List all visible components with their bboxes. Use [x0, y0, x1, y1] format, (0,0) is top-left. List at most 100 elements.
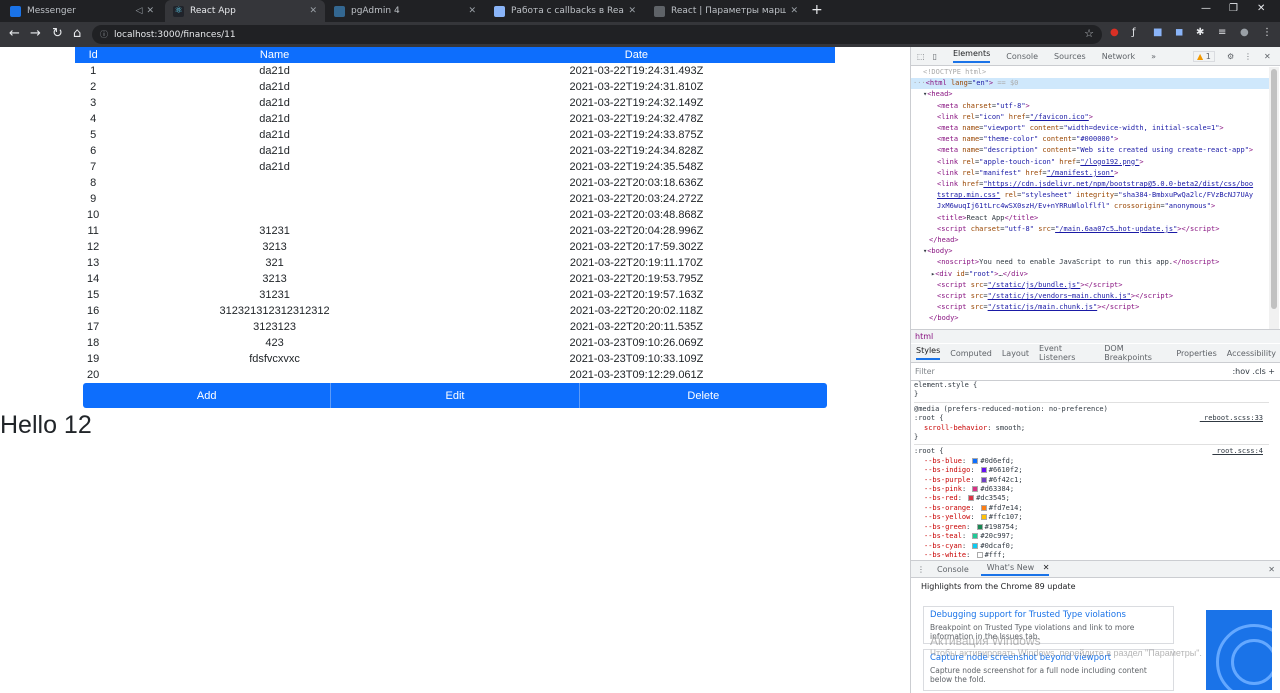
- dom-node[interactable]: <script charset="utf-8" src="/main.6aa07…: [911, 224, 1269, 235]
- dom-node[interactable]: ▸<div id="root">…</div>: [911, 269, 1269, 280]
- tab-event-listeners[interactable]: Event Listeners: [1039, 344, 1094, 362]
- settings-gear-icon[interactable]: ⚙: [1227, 52, 1234, 61]
- color-swatch-icon[interactable]: [972, 486, 979, 493]
- bookmark-star-icon[interactable]: ☆: [1084, 27, 1094, 40]
- dom-node[interactable]: <script src="/static/js/main.chunk.js"><…: [911, 302, 1269, 313]
- dom-node[interactable]: tstrap.min.css" rel="stylesheet" integri…: [911, 190, 1269, 201]
- tab-react-app[interactable]: ⚛ React App ✕: [165, 0, 325, 22]
- color-swatch-icon[interactable]: [968, 495, 975, 502]
- dom-node[interactable]: </body>: [911, 313, 1269, 324]
- color-swatch-icon[interactable]: [980, 504, 987, 511]
- close-icon[interactable]: ✕: [790, 6, 798, 16]
- color-swatch-icon[interactable]: [972, 542, 979, 549]
- color-swatch-icon[interactable]: [980, 514, 987, 521]
- extension-icon[interactable]: ƒ: [1132, 27, 1136, 38]
- tab-computed[interactable]: Computed: [950, 349, 992, 358]
- tab-dom-breakpoints[interactable]: DOM Breakpoints: [1104, 344, 1166, 362]
- source-link[interactable]: _root.scss:4: [1212, 447, 1263, 456]
- drawer-tab-whats-new[interactable]: What's New ✕: [980, 563, 1050, 576]
- dom-node[interactable]: <link rel="apple-touch-icon" href="/logo…: [911, 157, 1269, 168]
- close-icon[interactable]: ✕: [628, 6, 636, 16]
- source-link[interactable]: _reboot.scss:33: [1200, 414, 1263, 423]
- dom-node[interactable]: <title>React App</title>: [911, 213, 1269, 224]
- more-tabs-icon[interactable]: »: [1151, 52, 1156, 61]
- dom-node[interactable]: <link rel="icon" href="/favicon.ico">: [911, 112, 1269, 123]
- color-swatch-icon[interactable]: [972, 457, 979, 464]
- dom-node[interactable]: <link href="https://cdn.jsdelivr.net/npm…: [911, 179, 1269, 190]
- reload-icon[interactable]: ↻: [52, 26, 63, 41]
- info-icon[interactable]: ⓘ: [100, 29, 108, 40]
- edit-button[interactable]: Edit: [331, 383, 580, 408]
- style-declaration[interactable]: --bs-blue: #0d6efd;: [914, 457, 1269, 466]
- tab-network[interactable]: Network: [1102, 52, 1135, 61]
- tab-properties[interactable]: Properties: [1176, 349, 1216, 358]
- device-toolbar-icon[interactable]: ▯: [933, 52, 937, 61]
- tab-messenger[interactable]: Messenger ◁ ✕: [2, 0, 162, 22]
- color-swatch-icon[interactable]: [972, 533, 979, 540]
- tab-elements[interactable]: Elements: [952, 49, 991, 63]
- close-icon[interactable]: ✕: [146, 6, 154, 16]
- delete-button[interactable]: Delete: [579, 383, 827, 408]
- dom-node[interactable]: ▾<body>: [911, 246, 1269, 257]
- styles-filter-input[interactable]: Filter :hov .cls +: [911, 363, 1280, 381]
- style-declaration[interactable]: --bs-indigo: #6610f2;: [914, 466, 1269, 475]
- dom-node-selected[interactable]: ···<html lang="en"> == $0: [911, 78, 1269, 90]
- close-icon[interactable]: ✕: [468, 6, 476, 16]
- dom-node[interactable]: <link rel="manifest" href="/manifest.jso…: [911, 168, 1269, 179]
- tab-console[interactable]: Console: [1006, 52, 1038, 61]
- filter-tools[interactable]: :hov .cls +: [1232, 363, 1275, 380]
- dom-node[interactable]: <!DOCTYPE html>: [911, 67, 1269, 78]
- close-drawer-icon[interactable]: ✕: [1268, 565, 1275, 574]
- inspect-element-icon[interactable]: ⬚: [917, 52, 925, 61]
- home-icon[interactable]: ⌂: [73, 26, 81, 41]
- avatar[interactable]: ●: [1240, 27, 1249, 38]
- dom-scrollbar[interactable]: [1269, 67, 1279, 329]
- dom-node[interactable]: <meta name="description" content="Web si…: [911, 145, 1269, 156]
- style-declaration[interactable]: --bs-red: #dc3545;: [914, 494, 1269, 503]
- more-options-icon[interactable]: ⋮: [1244, 52, 1252, 61]
- extension-icon[interactable]: ◼: [1175, 27, 1183, 38]
- dom-node[interactable]: ▾<head>: [911, 89, 1269, 100]
- scrollbar-thumb[interactable]: [1271, 69, 1277, 309]
- style-declaration[interactable]: --bs-green: #198754;: [914, 523, 1269, 532]
- dom-node[interactable]: JxM6wuqIj61tLrc4wSX0szH/Ev+nYRRuWlolflfl…: [911, 201, 1269, 212]
- color-swatch-icon[interactable]: [980, 476, 987, 483]
- address-bar[interactable]: ⓘ localhost:3000/finances/11 ☆: [92, 25, 1102, 44]
- style-declaration[interactable]: --bs-purple: #6f42c1;: [914, 476, 1269, 485]
- minimize-icon[interactable]: —: [1201, 3, 1211, 14]
- drawer-menu-icon[interactable]: ⋮: [917, 565, 925, 574]
- style-declaration[interactable]: --bs-white: #fff;: [914, 551, 1269, 559]
- style-declaration[interactable]: --bs-pink: #d63384;: [914, 485, 1269, 494]
- tab-layout[interactable]: Layout: [1002, 349, 1029, 358]
- tab-pgadmin[interactable]: pgAdmin 4 ✕: [326, 0, 484, 22]
- warning-badge[interactable]: ▲ 1: [1193, 50, 1215, 62]
- close-icon[interactable]: ✕: [309, 6, 317, 16]
- back-icon[interactable]: ←: [9, 26, 20, 41]
- media-icon[interactable]: ≡: [1218, 27, 1226, 38]
- style-declaration[interactable]: --bs-yellow: #ffc107;: [914, 513, 1269, 522]
- tab-accessibility[interactable]: Accessibility: [1227, 349, 1276, 358]
- dom-node[interactable]: <script src="/static/js/bundle.js"></scr…: [911, 280, 1269, 291]
- tab-sources[interactable]: Sources: [1054, 52, 1086, 61]
- color-swatch-icon[interactable]: [976, 551, 983, 558]
- style-declaration[interactable]: scroll-behavior: smooth;: [914, 424, 1269, 433]
- extension-icon[interactable]: ●: [1110, 27, 1119, 38]
- card-title[interactable]: Debugging support for Trusted Type viola…: [930, 610, 1167, 620]
- menu-icon[interactable]: ⋮: [1262, 27, 1272, 38]
- tab-callbacks-blog[interactable]: Работа с callbacks в React / Блог ✕: [486, 0, 644, 22]
- style-declaration[interactable]: --bs-orange: #fd7e14;: [914, 504, 1269, 513]
- dom-node[interactable]: <meta name="theme-color" content="#00000…: [911, 134, 1269, 145]
- dom-node[interactable]: <meta name="viewport" content="width=dev…: [911, 123, 1269, 134]
- forward-icon[interactable]: →: [30, 26, 41, 41]
- close-window-icon[interactable]: ✕: [1257, 3, 1265, 14]
- tab-styles[interactable]: Styles: [916, 346, 941, 360]
- dom-node[interactable]: <noscript>You need to enable JavaScript …: [911, 257, 1269, 268]
- style-declaration[interactable]: --bs-cyan: #0dcaf0;: [914, 542, 1269, 551]
- restore-icon[interactable]: ❐: [1229, 3, 1238, 14]
- dom-node[interactable]: </head>: [911, 235, 1269, 246]
- tab-react-routes[interactable]: React | Параметры маршрутов ✕: [646, 0, 806, 22]
- mute-icon[interactable]: ◁: [136, 6, 143, 16]
- dom-node[interactable]: <script src="/static/js/vendors~main.chu…: [911, 291, 1269, 302]
- extension-icon[interactable]: ■: [1153, 27, 1162, 38]
- color-swatch-icon[interactable]: [976, 523, 983, 530]
